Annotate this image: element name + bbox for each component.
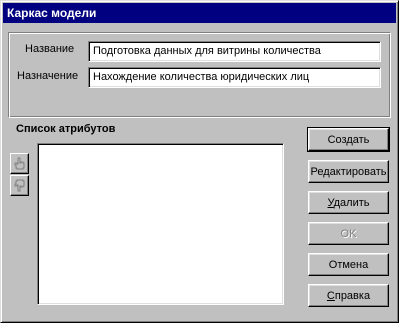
attributes-list[interactable] [37,143,284,305]
move-up-button[interactable] [10,153,29,174]
help-mnemonic: С [326,289,335,302]
attributes-list-title: Список атрибутов [16,123,116,135]
cancel-button[interactable]: Отмена [308,253,389,276]
name-field[interactable]: Подготовка данных для витрины количества [88,41,381,62]
ok-button-label: OK [340,227,357,240]
edit-button[interactable]: Редактировать [308,160,389,183]
edit-button-label: Редактировать [310,165,387,178]
create-button[interactable]: Создать [307,127,390,152]
help-label-rest: правка [334,289,371,302]
hand-up-icon [14,157,25,170]
delete-button-label: Удалить [327,197,369,209]
help-button[interactable]: Справка [308,284,389,307]
purpose-field[interactable]: Нахождение количества юридических лиц [88,67,381,88]
name-label: Название [25,43,75,55]
title-bar[interactable]: Каркас модели [3,3,396,23]
hand-down-icon [14,179,25,192]
cancel-button-label: Отмена [328,258,369,271]
ok-button[interactable]: OK [308,222,389,245]
delete-label-rest: далить [333,196,370,209]
create-button-label: Создать [327,133,370,146]
window-title: Каркас модели [7,6,97,20]
dialog-window: Каркас модели Название Подготовка данных… [0,0,399,323]
help-button-label: Справка [327,290,370,302]
purpose-label: Назначение [17,70,79,82]
move-down-button[interactable] [10,175,29,196]
delete-button[interactable]: Удалить [308,191,389,214]
